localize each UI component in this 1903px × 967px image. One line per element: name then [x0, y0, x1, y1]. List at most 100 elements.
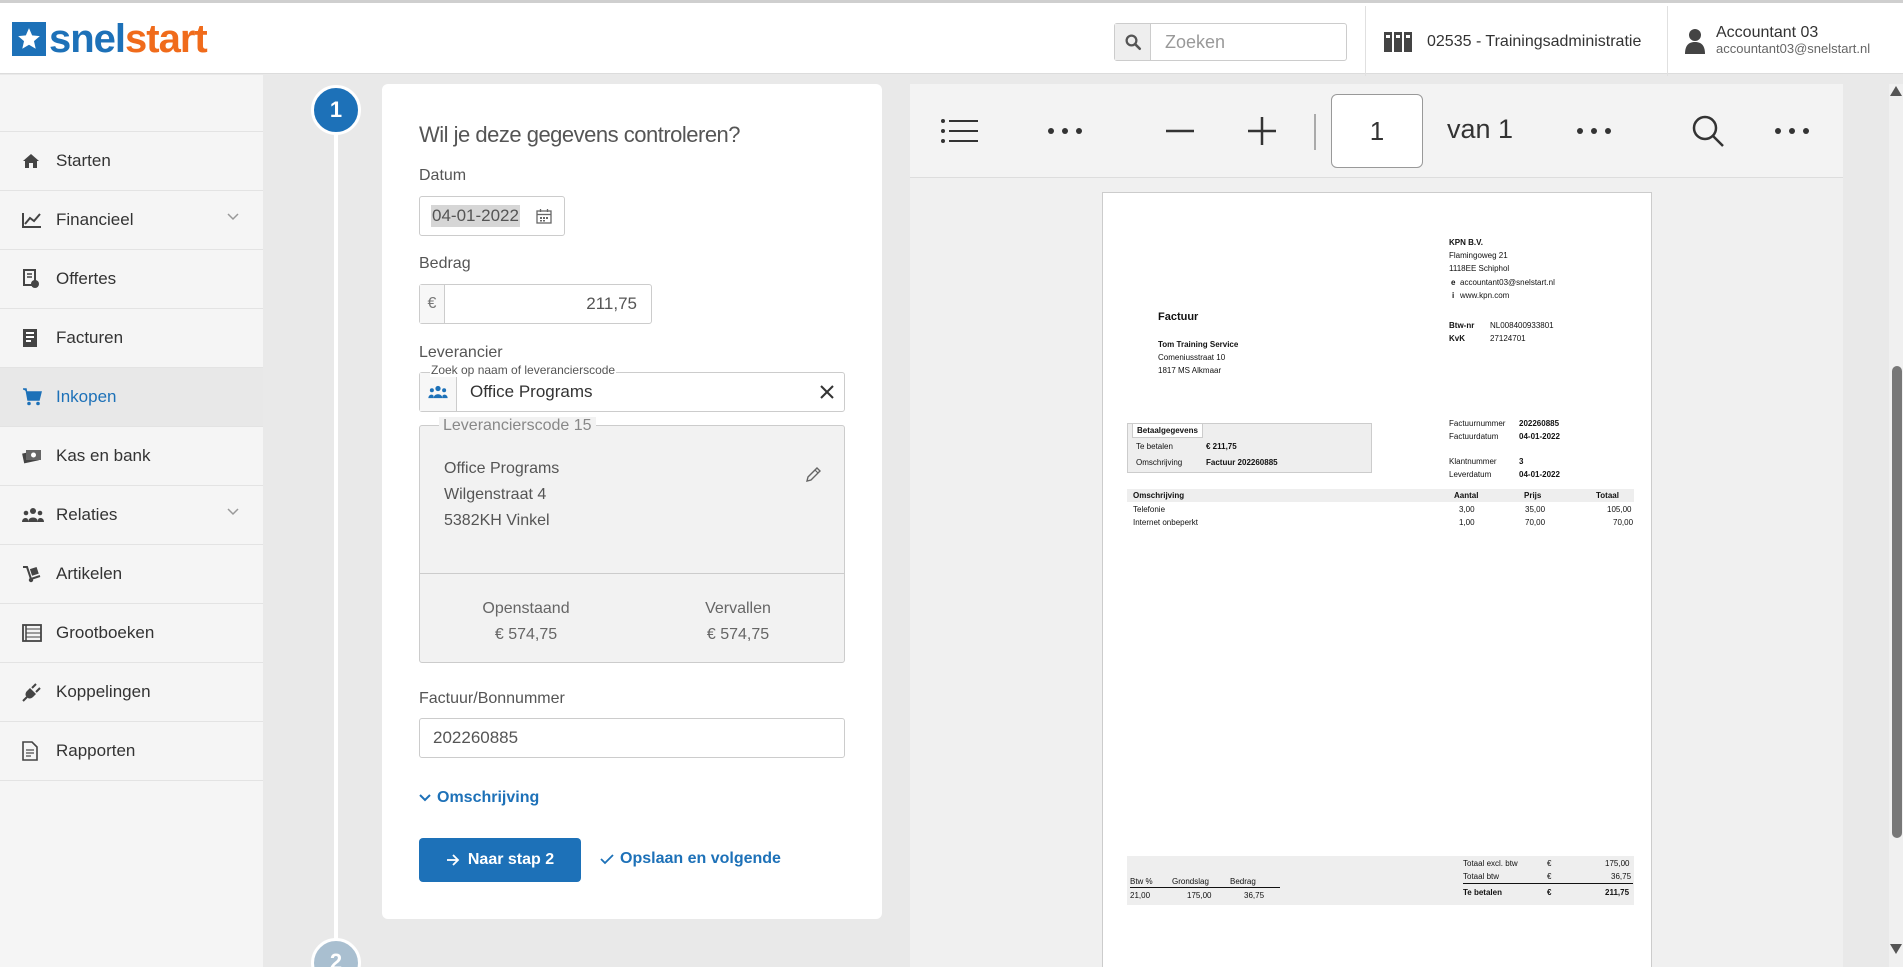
- sidebar-item-grootboeken[interactable]: Grootboeken: [0, 604, 263, 663]
- sidebar-item-facturen[interactable]: Facturen: [0, 309, 263, 368]
- divider: [420, 573, 844, 574]
- arrow-right-icon: [446, 854, 460, 866]
- outline-list-icon[interactable]: [940, 84, 980, 178]
- more-options-icon[interactable]: [1045, 84, 1085, 178]
- sidebar-item-starten[interactable]: Starten: [0, 132, 263, 191]
- factuurdatum-value: 04-01-2022: [1519, 432, 1560, 441]
- column-header: Omschrijving: [1133, 491, 1185, 500]
- vat-value: 175,00: [1187, 891, 1212, 900]
- sidebar-item-label: Offertes: [56, 269, 117, 288]
- logo-text-snel: snel: [49, 17, 126, 61]
- klantnummer-label: Klantnummer: [1449, 457, 1497, 466]
- close-icon[interactable]: [818, 383, 836, 401]
- scroll-down-icon[interactable]: [1890, 944, 1902, 954]
- line-price: 35,00: [1525, 505, 1546, 514]
- invoice-web: www.kpn.com: [1460, 291, 1510, 300]
- sidebar-item-koppelingen[interactable]: Koppelingen: [0, 663, 263, 722]
- snelstart-logo[interactable]: snelstart: [12, 17, 208, 61]
- invoice-form-card: Wil je deze gegevens controleren? Datum …: [382, 84, 882, 919]
- leverancier-field[interactable]: Office Programs: [419, 372, 845, 412]
- line-total: 70,00: [1613, 518, 1634, 527]
- chevron-down-icon[interactable]: [227, 213, 239, 221]
- supplier-details-card: Leverancierscode 15 Office Programs Wilg…: [419, 417, 845, 663]
- omschrijving-value: Factuur 202260885: [1206, 458, 1278, 467]
- next-step-button[interactable]: Naar stap 2: [419, 838, 581, 882]
- sidebar-item-kas-en-bank[interactable]: Kas en bank: [0, 427, 263, 486]
- page-total: van 1: [1447, 114, 1514, 144]
- sidebar-item-artikelen[interactable]: Artikelen: [0, 545, 263, 604]
- ledger-icon: [22, 624, 42, 642]
- form-title: Wil je deze gegevens controleren?: [419, 122, 741, 147]
- administration-selector[interactable]: 02535 - Trainingsadministratie: [1383, 31, 1641, 53]
- step-2-indicator[interactable]: 2: [311, 938, 361, 967]
- te-betalen-label: Te betalen: [1136, 442, 1173, 451]
- total-currency: €: [1547, 888, 1552, 897]
- invoice-kvk-value: 27124701: [1490, 334, 1526, 343]
- factuur-label: Factuur/Bonnummer: [419, 690, 565, 707]
- viewer-toolbar: 1 van 1: [910, 84, 1843, 178]
- search-input[interactable]: [1151, 25, 1341, 59]
- total-label: Te betalen: [1463, 888, 1502, 897]
- bedrag-value[interactable]: 211,75: [445, 285, 651, 323]
- address-line: 5382KH Vinkel: [444, 512, 550, 529]
- pencil-icon[interactable]: [804, 466, 822, 484]
- line-desc: Telefonie: [1133, 505, 1166, 514]
- invoice-company-street: Flamingoweg 21: [1449, 251, 1508, 260]
- omschrijving-toggle[interactable]: Omschrijving: [419, 789, 539, 807]
- leverancier-floating-label: Zoek op naam of leverancierscode: [430, 363, 617, 377]
- sidebar-item-label: Financieel: [56, 210, 134, 229]
- factuurnummer-value: 202260885: [1519, 419, 1560, 428]
- invoice-customer-street: Comeniusstraat 10: [1158, 353, 1226, 362]
- check-icon: [600, 854, 614, 865]
- sidebar-item-label: Artikelen: [56, 564, 123, 583]
- user-menu[interactable]: Accountant 03 accountant03@snelstart.nl: [1684, 25, 1870, 57]
- payment-details-box: Betaalgegevens Te betalen € 211,75 Omsch…: [1127, 423, 1372, 473]
- bedrag-field[interactable]: € 211,75: [419, 284, 652, 324]
- logo-text-start: start: [125, 17, 208, 61]
- total-value: 36,75: [1611, 872, 1632, 881]
- offer-icon: [23, 269, 39, 288]
- sidebar-item-label: Grootboeken: [56, 623, 155, 642]
- invoice-kvk-label: KvK: [1449, 334, 1466, 343]
- leverancier-value[interactable]: Office Programs: [457, 382, 844, 402]
- zoom-in-icon[interactable]: [1247, 84, 1277, 178]
- cash-icon: [22, 450, 41, 464]
- toolbar-divider: [1314, 114, 1316, 150]
- scroll-thumb[interactable]: [1892, 366, 1902, 838]
- leverancier-label: Leverancier: [419, 344, 503, 361]
- search-icon[interactable]: [1115, 24, 1151, 60]
- factuurnummer-label: Factuurnummer: [1449, 419, 1506, 428]
- calendar-icon[interactable]: [536, 208, 552, 224]
- total-currency: €: [1547, 859, 1552, 868]
- find-icon[interactable]: [1688, 84, 1728, 178]
- save-next-button[interactable]: Opslaan en volgende: [600, 850, 781, 868]
- viewer-scrollbar[interactable]: [1889, 84, 1903, 967]
- next-step-label: Naar stap 2: [467, 851, 555, 868]
- factuur-field[interactable]: 202260885: [419, 718, 845, 758]
- user-email: accountant03@snelstart.nl: [1716, 41, 1871, 56]
- chevron-down-icon[interactable]: [227, 508, 239, 516]
- datum-field[interactable]: 04-01-2022: [419, 196, 565, 236]
- sidebar-item-label: Kas en bank: [56, 446, 151, 465]
- omschrijving-label: Omschrijving: [437, 789, 540, 806]
- vat-value: 21,00: [1130, 891, 1151, 900]
- sidebar-item-label: Facturen: [56, 328, 124, 347]
- zoom-out-icon[interactable]: [1165, 84, 1195, 178]
- factuurdatum-label: Factuurdatum: [1449, 432, 1499, 441]
- more-options-icon[interactable]: [1772, 84, 1812, 178]
- sidebar-item-financieel[interactable]: Financieel: [0, 191, 263, 250]
- more-options-icon[interactable]: [1574, 84, 1614, 178]
- line-qty: 3,00: [1459, 505, 1475, 514]
- sidebar-item-rapporten[interactable]: Rapporten: [0, 722, 263, 781]
- save-next-label: Opslaan en volgende: [620, 850, 781, 867]
- page-number-input[interactable]: 1: [1331, 94, 1423, 168]
- sidebar-item-inkopen[interactable]: Inkopen: [0, 368, 263, 427]
- sidebar-item-relaties[interactable]: Relaties: [0, 486, 263, 545]
- bedrag-label: Bedrag: [419, 255, 471, 272]
- invoice-web-label: i: [1452, 291, 1455, 300]
- invoice-lines-header: Omschrijving Aantal Prijs Totaal: [1127, 489, 1634, 502]
- scroll-up-icon[interactable]: [1890, 86, 1902, 96]
- star-logo-icon: [12, 22, 46, 56]
- header-divider: [1365, 6, 1366, 76]
- sidebar-item-offertes[interactable]: Offertes: [0, 250, 263, 309]
